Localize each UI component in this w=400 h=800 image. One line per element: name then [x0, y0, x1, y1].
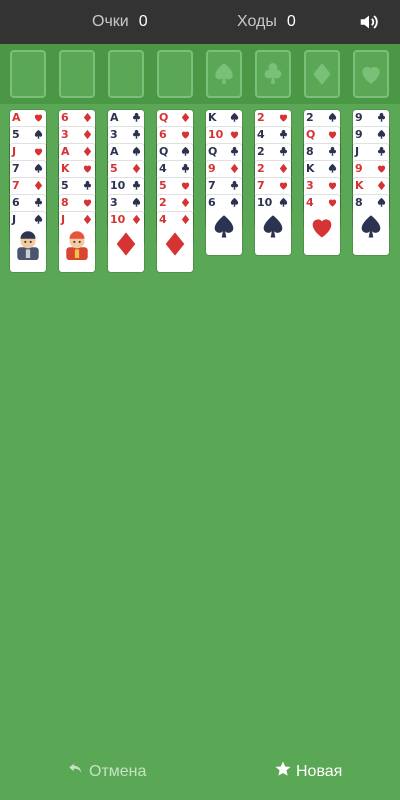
- card-rank: 8: [61, 196, 69, 209]
- card[interactable]: 10: [108, 212, 144, 272]
- score-display: Очки 0: [92, 13, 148, 31]
- card-rank: 10: [110, 179, 126, 192]
- card-rank: 7: [12, 179, 20, 192]
- foundation-diamond[interactable]: [304, 50, 340, 98]
- card-rank: 6: [159, 128, 167, 141]
- card-rank: 5: [110, 162, 118, 175]
- card-rank: 6: [208, 196, 216, 209]
- card-rank: 4: [159, 162, 167, 175]
- diamond-icon: [313, 63, 331, 85]
- card-rank: 2: [159, 196, 167, 209]
- card-rank: Q: [159, 145, 169, 158]
- free-cell[interactable]: [108, 50, 144, 98]
- undo-label: Отмена: [89, 762, 147, 780]
- card[interactable]: J: [59, 212, 95, 272]
- card-rank: 3: [306, 179, 314, 192]
- card-rank: 9: [355, 162, 363, 175]
- new-game-label: Новая: [296, 762, 343, 780]
- card-rank: 8: [355, 196, 363, 209]
- card-rank: 9: [355, 128, 363, 141]
- card-rank: 2: [257, 111, 265, 124]
- free-cell[interactable]: [10, 50, 46, 98]
- card-rank: J: [12, 145, 17, 158]
- card-rank: 3: [110, 128, 118, 141]
- card[interactable]: 6: [206, 195, 242, 255]
- card-rank: J: [355, 145, 360, 158]
- card-rank: 2: [257, 162, 265, 175]
- card-rank: 3: [61, 128, 69, 141]
- free-cell[interactable]: [59, 50, 95, 98]
- card-rank: A: [61, 145, 70, 158]
- card-rank: A: [110, 111, 119, 124]
- card-rank: K: [61, 162, 70, 175]
- card-rank: 6: [12, 196, 20, 209]
- foundation-club[interactable]: [255, 50, 291, 98]
- card-rank: Q: [159, 111, 169, 124]
- card-rank: 2: [306, 111, 314, 124]
- card-rank: Q: [208, 145, 218, 158]
- card-rank: 5: [159, 179, 167, 192]
- card-rank: A: [110, 145, 119, 158]
- card-rank: 7: [257, 179, 265, 192]
- card-rank: A: [12, 111, 21, 124]
- card-rank: 5: [12, 128, 20, 141]
- foundation-heart[interactable]: [353, 50, 389, 98]
- undo-button[interactable]: Отмена: [67, 760, 146, 783]
- card-rank: 6: [61, 111, 69, 124]
- card-rank: 10: [257, 196, 273, 209]
- card-rank: 9: [208, 162, 216, 175]
- card-rank: J: [61, 213, 66, 226]
- card-rank: 5: [61, 179, 69, 192]
- card-rank: Q: [306, 128, 316, 141]
- card-rank: 7: [208, 179, 216, 192]
- spade-icon: [215, 63, 233, 84]
- card-rank: 2: [257, 145, 265, 158]
- top-slots: [0, 44, 400, 104]
- undo-icon: [67, 760, 85, 783]
- score-label: Очки: [92, 13, 129, 30]
- moves-value: 0: [286, 13, 296, 30]
- card[interactable]: 8: [353, 195, 389, 255]
- card-rank: 9: [355, 111, 363, 124]
- card-rank: 4: [159, 213, 167, 226]
- speaker-icon[interactable]: [358, 11, 380, 33]
- card-rank: 4: [257, 128, 265, 141]
- card[interactable]: J: [10, 212, 46, 272]
- card-rank: K: [355, 179, 364, 192]
- card-rank: 3: [110, 196, 118, 209]
- top-bar: Очки 0 Ходы 0: [0, 0, 400, 44]
- foundation-spade[interactable]: [206, 50, 242, 98]
- club-icon: [264, 63, 282, 84]
- moves-label: Ходы: [237, 13, 277, 30]
- card-rank: 7: [12, 162, 20, 175]
- card[interactable]: 4: [304, 195, 340, 255]
- bottom-bar: Отмена Новая: [0, 744, 400, 800]
- card[interactable]: 10: [255, 195, 291, 255]
- card-rank: 8: [306, 145, 314, 158]
- card[interactable]: 4: [157, 212, 193, 272]
- card-rank: 10: [110, 213, 126, 226]
- moves-display: Ходы 0: [237, 13, 296, 31]
- heart-icon: [362, 66, 380, 84]
- star-icon: [274, 760, 292, 783]
- card-rank: 4: [306, 196, 314, 209]
- card-rank: K: [208, 111, 217, 124]
- free-cell[interactable]: [157, 50, 193, 98]
- card-rank: J: [12, 213, 17, 226]
- card-rank: 10: [208, 128, 224, 141]
- score-value: 0: [138, 13, 148, 30]
- new-game-button[interactable]: Новая: [274, 760, 342, 783]
- card-rank: K: [306, 162, 315, 175]
